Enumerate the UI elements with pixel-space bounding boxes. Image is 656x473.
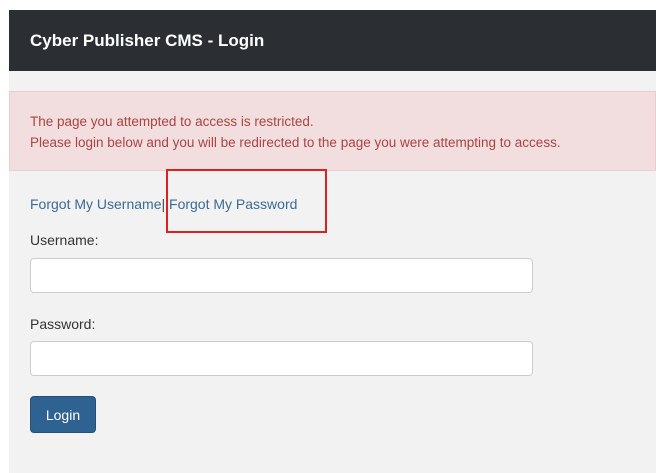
link-separator: |: [161, 196, 166, 212]
forgot-links: Forgot My Username| Forgot My Password: [30, 196, 297, 212]
username-input[interactable]: [30, 258, 533, 293]
username-label: Username:: [30, 232, 99, 248]
password-input[interactable]: [30, 341, 533, 376]
login-button[interactable]: Login: [30, 396, 96, 433]
forgot-username-link[interactable]: Forgot My Username: [30, 196, 161, 212]
alert-line-1: The page you attempted to access is rest…: [30, 114, 314, 129]
forgot-password-link[interactable]: Forgot My Password: [169, 196, 297, 212]
app-header: Cyber Publisher CMS - Login: [9, 10, 656, 71]
alert-line-2: Please login below and you will be redir…: [30, 135, 561, 150]
restricted-alert: The page you attempted to access is rest…: [9, 91, 656, 171]
password-label: Password:: [30, 316, 96, 332]
page-title: Cyber Publisher CMS - Login: [30, 30, 265, 50]
login-panel: [9, 10, 656, 473]
